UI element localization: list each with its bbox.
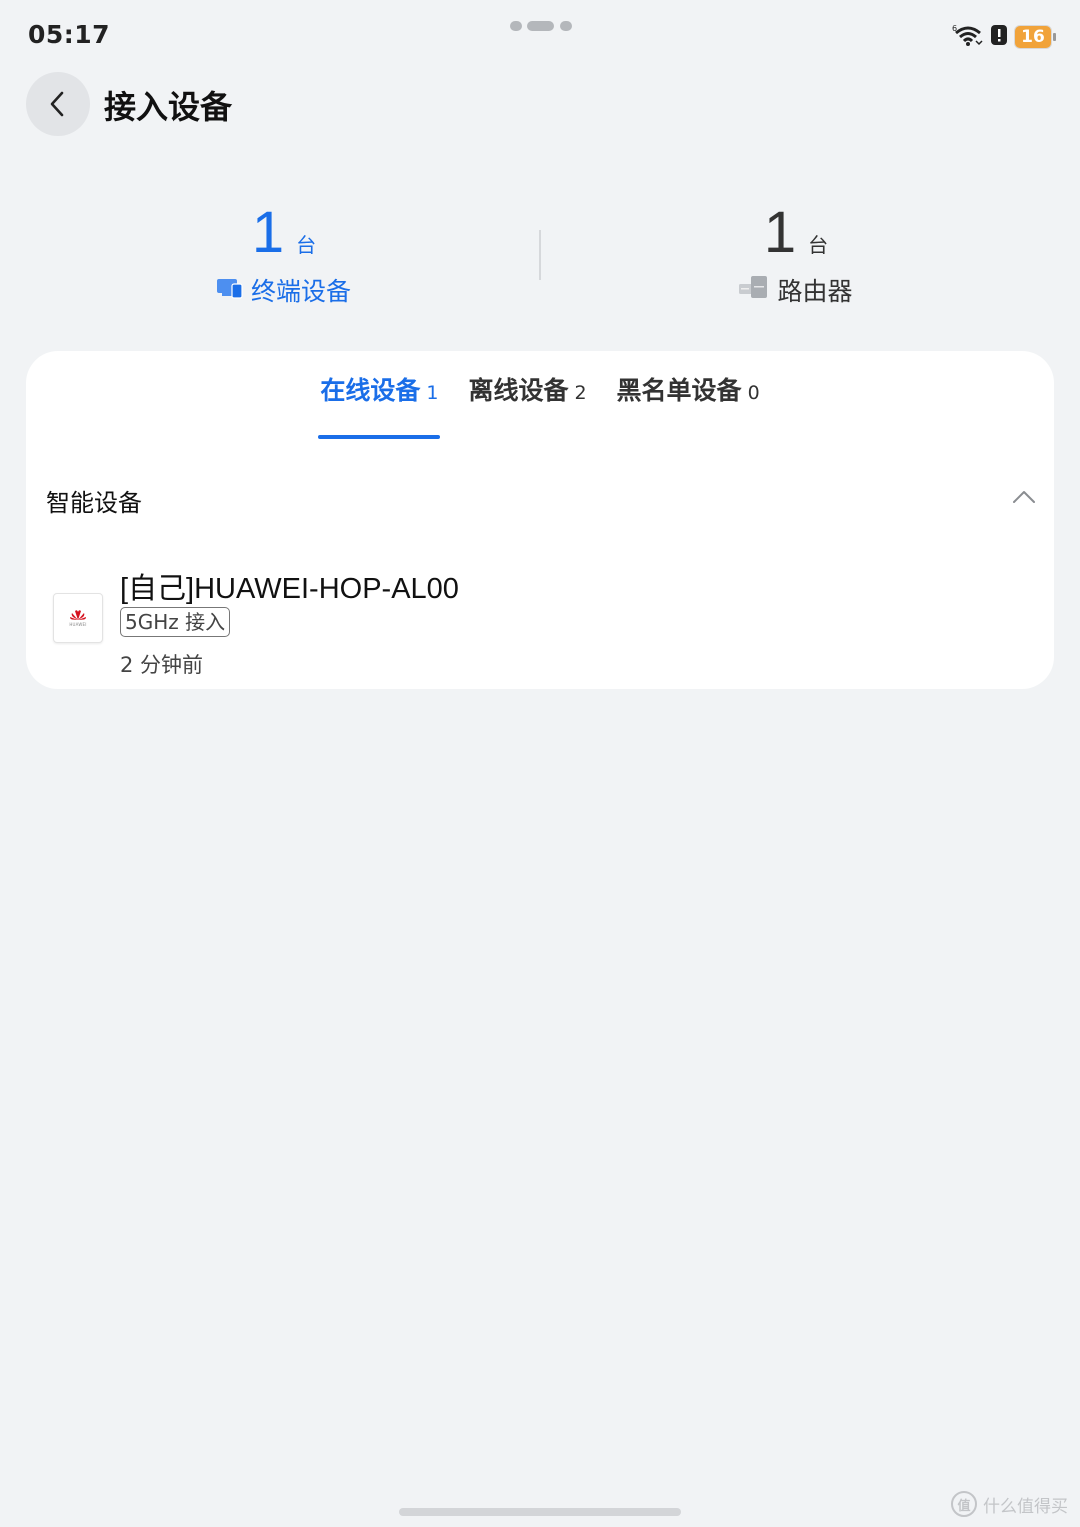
device-tabs: 在线设备 1 离线设备 2 黑名单设备 0 bbox=[26, 371, 1054, 439]
router-icon bbox=[739, 274, 769, 306]
device-name: [自己]HUAWEI-HOP-AL00 bbox=[120, 573, 459, 605]
alert-icon bbox=[990, 23, 1008, 51]
home-indicator[interactable] bbox=[399, 1508, 681, 1516]
device-logo-text: HUAWEI bbox=[69, 622, 87, 627]
screen: 05:17 6 16 接入设备 1 台 终端设备 1 台 路由器 在线设备 1 … bbox=[0, 0, 1080, 1527]
page-title: 接入设备 bbox=[104, 88, 233, 126]
battery-level: 16 bbox=[1015, 26, 1056, 48]
tab-offline-label: 离线设备 bbox=[468, 376, 569, 405]
device-summary: 1 台 终端设备 1 台 路由器 bbox=[0, 200, 1080, 310]
device-last-seen: 2 分钟前 bbox=[120, 653, 204, 677]
tab-offline-count: 2 bbox=[574, 382, 587, 404]
watermark-logo: 值 bbox=[951, 1491, 977, 1517]
terminal-unit: 台 bbox=[296, 233, 317, 257]
section-title: 智能设备 bbox=[46, 489, 142, 517]
router-label: 路由器 bbox=[777, 277, 853, 306]
battery-icon: 16 bbox=[1014, 25, 1056, 49]
tab-online-count: 1 bbox=[426, 382, 439, 404]
huawei-logo-icon: HUAWEI bbox=[53, 593, 103, 643]
summary-divider bbox=[539, 230, 541, 280]
router-summary[interactable]: 1 台 路由器 bbox=[646, 200, 946, 308]
chevron-up-icon[interactable] bbox=[1010, 487, 1038, 507]
back-button[interactable] bbox=[26, 72, 90, 136]
tab-online[interactable]: 在线设备 1 bbox=[318, 371, 441, 439]
tab-blacklist[interactable]: 黑名单设备 0 bbox=[615, 371, 762, 421]
terminal-label: 终端设备 bbox=[250, 277, 351, 306]
status-time: 05:17 bbox=[28, 20, 111, 49]
terminal-device-icon bbox=[216, 276, 243, 305]
watermark: 值 什么值得买 bbox=[951, 1491, 1068, 1517]
tab-online-label: 在线设备 bbox=[320, 376, 421, 405]
router-unit: 台 bbox=[808, 233, 829, 257]
wifi-icon: 6 bbox=[952, 22, 984, 52]
device-band-tag: 5GHz 接入 bbox=[120, 607, 231, 637]
device-list-card: 在线设备 1 离线设备 2 黑名单设备 0 智能设备 HUAWEI [自己]HU… bbox=[26, 351, 1054, 689]
terminal-count: 1 bbox=[251, 200, 285, 265]
tab-blacklist-label: 黑名单设备 bbox=[616, 376, 742, 405]
status-icons: 6 16 bbox=[952, 22, 1056, 52]
chevron-left-icon bbox=[50, 91, 64, 117]
list-item[interactable]: HUAWEI [自己]HUAWEI-HOP-AL00 5GHz 接入 2 分钟前 bbox=[26, 561, 1054, 677]
tab-blacklist-count: 0 bbox=[747, 382, 760, 404]
watermark-text: 什么值得买 bbox=[983, 1496, 1068, 1517]
camera-cutout bbox=[510, 20, 572, 32]
terminal-summary[interactable]: 1 台 终端设备 bbox=[134, 200, 434, 308]
router-count: 1 bbox=[763, 200, 797, 265]
tab-offline[interactable]: 离线设备 2 bbox=[466, 371, 588, 421]
